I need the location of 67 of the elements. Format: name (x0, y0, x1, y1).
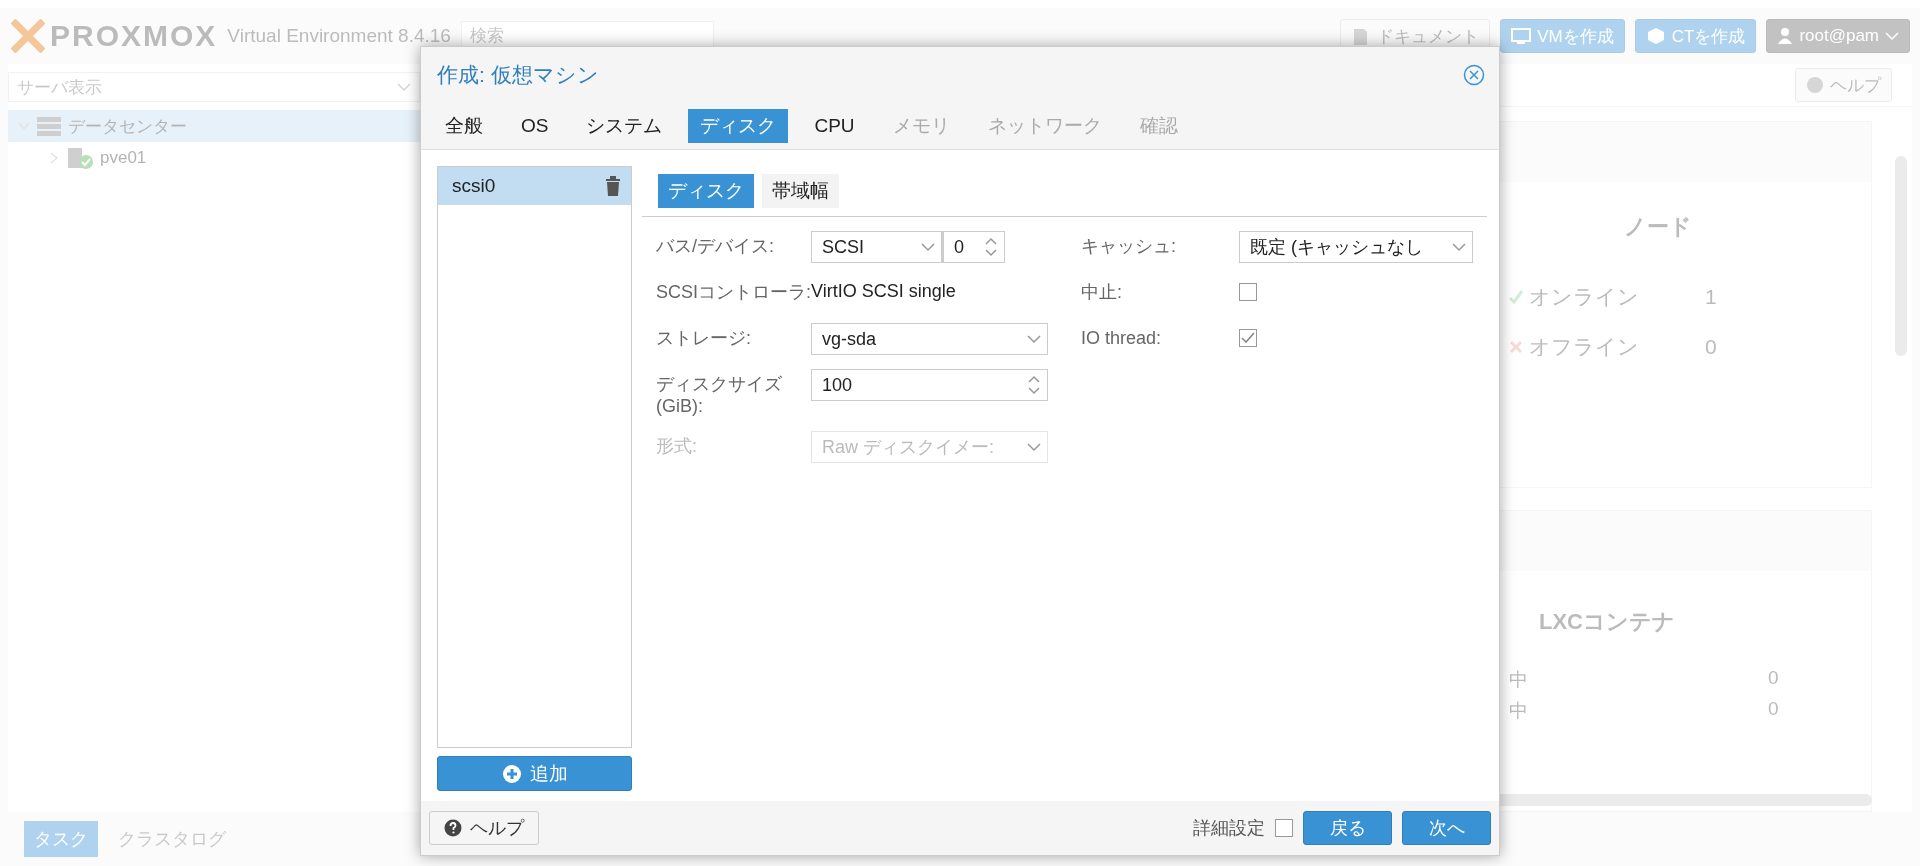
chevron-down-icon (921, 242, 935, 252)
cube-icon (1645, 26, 1666, 46)
spinner-icon (984, 236, 998, 258)
help-button[interactable]: ヘルプ (429, 811, 539, 845)
help-button[interactable]: ヘルプ (1795, 68, 1892, 102)
tab[interactable]: CPU (802, 111, 867, 141)
server-rack-icon (36, 115, 62, 137)
field-label: ストレージ: (656, 327, 752, 349)
checkbox[interactable] (1239, 283, 1257, 301)
tab[interactable]: システム (574, 109, 675, 143)
field-label: ディスクサイズ (GiB): (656, 373, 783, 417)
field-label: SCSIコントローラ: (656, 281, 811, 303)
plus-circle-icon (501, 763, 522, 784)
chevron-right-icon (48, 152, 60, 164)
logo-text: PROXMOX (50, 19, 218, 53)
checkbox-label: 詳細設定 (1193, 817, 1265, 840)
tab[interactable]: ディスク (658, 174, 754, 208)
tab[interactable]: 全般 (433, 109, 495, 143)
monitor-icon (1511, 26, 1532, 46)
tab[interactable]: OS (509, 111, 561, 141)
chevron-down-icon (1027, 442, 1041, 452)
server-online-icon (66, 146, 94, 170)
back-button[interactable]: 戻る (1303, 811, 1392, 845)
status-label: オフライン (1529, 334, 1639, 360)
dialog-title: 作成: 仮想マシン (437, 62, 599, 88)
status-count: 0 (1705, 335, 1717, 359)
user-menu-button[interactable]: root@pam (1766, 19, 1910, 53)
field-label: キャッシュ: (1081, 235, 1177, 257)
user-icon (1777, 27, 1794, 45)
status-label: 中 (1509, 699, 1528, 723)
chevron-down-icon (1452, 242, 1466, 252)
add-button[interactable]: 追加 (437, 756, 632, 791)
spinner-icon (1027, 374, 1041, 396)
number-field[interactable]: 100 (811, 369, 1048, 401)
status-count: 1 (1705, 285, 1717, 309)
status-label: 中 (1509, 668, 1528, 692)
checkbox[interactable] (1275, 819, 1293, 837)
close-icon[interactable] (1463, 64, 1485, 86)
field-label: 中止: (1081, 281, 1123, 303)
card-title: LXCコンテナ (1539, 608, 1676, 636)
chevron-down-icon (397, 82, 411, 92)
cross-icon (1509, 339, 1523, 355)
field-label: IO thread: (1081, 327, 1163, 349)
chevron-down-icon (1027, 334, 1041, 344)
tree-item[interactable]: pve01 (8, 142, 420, 174)
status-count: 0 (1768, 698, 1779, 721)
x-logo-icon (10, 19, 46, 53)
tab[interactable]: 帯域幅 (762, 174, 839, 208)
disk-list-item[interactable]: scsi0 (438, 167, 631, 205)
select-field[interactable]: vg-sda (811, 323, 1048, 355)
select-field[interactable]: 既定 (キャッシュなし (1239, 231, 1473, 263)
version-text: Virtual Environment 8.4.16 (227, 25, 451, 47)
number-field[interactable]: 0 (942, 231, 1005, 263)
tree-item[interactable]: データセンター (8, 110, 420, 142)
chevron-down-icon (1885, 31, 1899, 41)
next-button[interactable]: 次へ (1402, 811, 1491, 845)
trash-icon (605, 176, 621, 196)
card-title: ノード (1624, 213, 1693, 241)
status-count: 0 (1768, 667, 1779, 690)
status-label: オンライン (1529, 284, 1639, 310)
tab[interactable]: ディスク (688, 109, 789, 143)
field-label: 形式: (656, 435, 698, 457)
select-field[interactable]: SCSI (811, 231, 942, 263)
checkbox[interactable] (1239, 329, 1257, 347)
field-label: バス/デバイス: (656, 235, 775, 257)
check-icon (1509, 289, 1523, 305)
field-value: VirtIO SCSI single (811, 280, 956, 302)
